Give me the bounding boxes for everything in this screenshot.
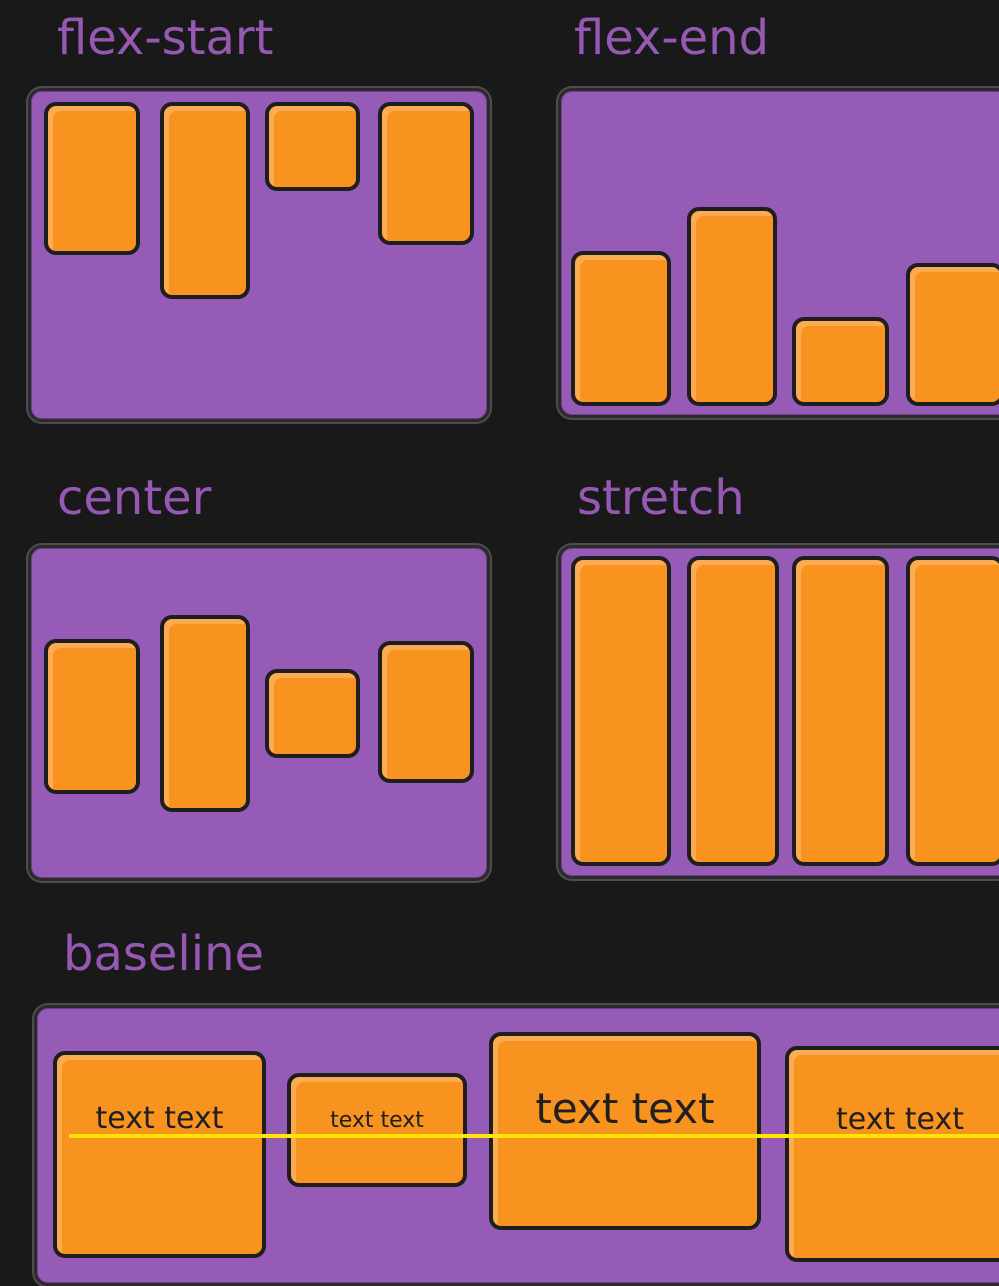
item-2: text text [287, 1073, 467, 1187]
item-4 [906, 263, 999, 406]
item-2 [160, 102, 250, 299]
container-center [28, 545, 490, 881]
item-3: text text [489, 1032, 761, 1230]
label-flex-start: flex-start [57, 10, 274, 66]
item-4: text text [785, 1046, 999, 1262]
baseline-line [69, 1134, 999, 1138]
item-3 [265, 669, 360, 758]
item-4 [378, 641, 474, 783]
item-3 [792, 317, 889, 406]
item-1 [44, 102, 140, 255]
item-2 [687, 207, 777, 406]
container-flex-start [28, 88, 490, 422]
item-1: text text [53, 1051, 266, 1258]
item-1 [571, 556, 671, 866]
label-stretch: stretch [577, 470, 745, 526]
item-text: text text [330, 1108, 424, 1133]
container-flex-end [558, 88, 999, 418]
item-1 [571, 251, 671, 406]
item-4 [378, 102, 474, 245]
item-text: text text [836, 1102, 964, 1137]
item-3 [265, 102, 360, 191]
item-4 [906, 556, 999, 866]
label-flex-end: flex-end [574, 10, 770, 66]
item-2 [160, 615, 250, 812]
label-baseline: baseline [63, 926, 265, 982]
item-2 [687, 556, 779, 866]
item-3 [792, 556, 889, 866]
item-text: text text [535, 1084, 715, 1133]
item-1 [44, 639, 140, 794]
container-baseline: text text text text text text text text [34, 1005, 999, 1286]
label-center: center [57, 470, 212, 526]
item-text: text text [95, 1101, 224, 1136]
container-stretch [558, 545, 999, 879]
